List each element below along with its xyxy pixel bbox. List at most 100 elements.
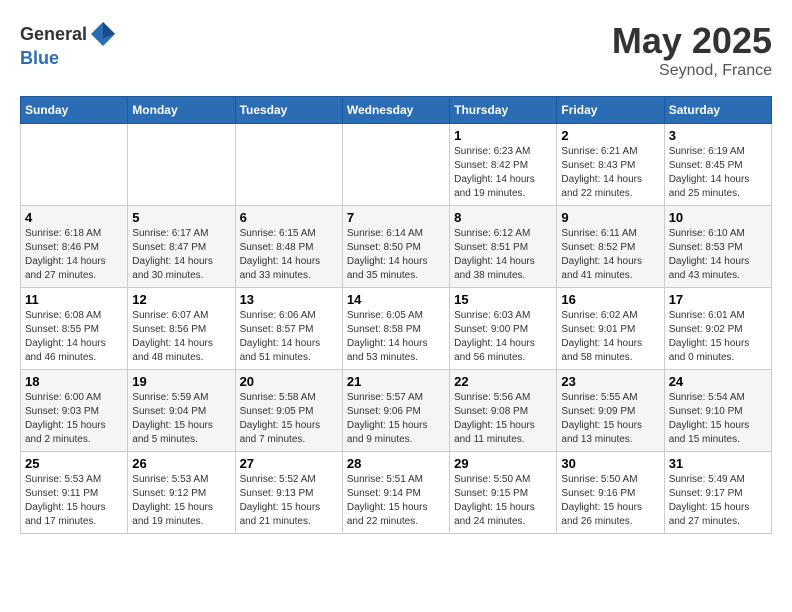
day-number: 25 [25,456,123,471]
logo-general: General [20,24,87,45]
day-number: 4 [25,210,123,225]
calendar-cell: 2 Sunrise: 6:21 AM Sunset: 8:43 PM Daylig… [557,124,664,206]
calendar-week-3: 11Sunrise: 6:08 AM Sunset: 8:55 PM Dayli… [21,288,772,370]
month-year: May 2025 [612,20,772,62]
day-number: 16 [561,292,659,307]
day-number: 2 [561,128,659,143]
calendar-table: SundayMondayTuesdayWednesdayThursdayFrid… [20,96,772,534]
day-number: 10 [669,210,767,225]
day-number: 17 [669,292,767,307]
calendar-cell: 7Sunrise: 6:14 AM Sunset: 8:50 PM Daylig… [342,206,449,288]
day-number: 3 [669,128,767,143]
day-number: 1 [454,128,552,143]
day-number: 21 [347,374,445,389]
day-number: 24 [669,374,767,389]
calendar-header: SundayMondayTuesdayWednesdayThursdayFrid… [21,97,772,124]
day-number: 29 [454,456,552,471]
day-info: Sunrise: 5:53 AM Sunset: 9:11 PM Dayligh… [25,473,123,529]
day-info: Sunrise: 5:59 AM Sunset: 9:04 PM Dayligh… [132,391,230,447]
calendar-cell: 22 Sunrise: 5:56 AM Sunset: 9:08 PM Dayli… [450,370,557,452]
calendar-body: 1Sunrise: 6:23 AM Sunset: 8:42 PM Daylig… [21,124,772,534]
day-info: Sunrise: 6:17 AM Sunset: 8:47 PM Dayligh… [132,227,230,283]
calendar-cell: 6 Sunrise: 6:15 AM Sunset: 8:48 PM Daylig… [235,206,342,288]
calendar-cell: 24 Sunrise: 5:54 AM Sunset: 9:10 PM Dayli… [664,370,771,452]
day-info: Sunrise: 5:54 AM Sunset: 9:10 PM Dayligh… [669,391,767,447]
day-info: Sunrise: 5:50 AM Sunset: 9:15 PM Dayligh… [454,473,552,529]
day-info: Sunrise: 6:05 AM Sunset: 8:58 PM Dayligh… [347,309,445,365]
day-info: Sunrise: 6:19 AM Sunset: 8:45 PM Dayligh… [669,145,767,201]
header-cell-thursday: Thursday [450,97,557,124]
day-info: Sunrise: 6:07 AM Sunset: 8:56 PM Dayligh… [132,309,230,365]
calendar-week-2: 4 Sunrise: 6:18 AM Sunset: 8:46 PM Daylig… [21,206,772,288]
day-info: Sunrise: 6:15 AM Sunset: 8:48 PM Dayligh… [240,227,338,283]
calendar-cell: 12 Sunrise: 6:07 AM Sunset: 8:56 PM Dayli… [128,288,235,370]
day-number: 14 [347,292,445,307]
day-number: 6 [240,210,338,225]
calendar-cell: 20 Sunrise: 5:58 AM Sunset: 9:05 PM Dayli… [235,370,342,452]
calendar-cell: 25 Sunrise: 5:53 AM Sunset: 9:11 PM Dayli… [21,452,128,534]
calendar-cell: 21 Sunrise: 5:57 AM Sunset: 9:06 PM Dayli… [342,370,449,452]
location: Seynod, France [612,62,772,80]
day-info: Sunrise: 5:56 AM Sunset: 9:08 PM Dayligh… [454,391,552,447]
day-info: Sunrise: 5:53 AM Sunset: 9:12 PM Dayligh… [132,473,230,529]
day-number: 22 [454,374,552,389]
day-info: Sunrise: 5:55 AM Sunset: 9:09 PM Dayligh… [561,391,659,447]
day-number: 26 [132,456,230,471]
calendar-cell: 13Sunrise: 6:06 AM Sunset: 8:57 PM Dayli… [235,288,342,370]
calendar-cell: 3 Sunrise: 6:19 AM Sunset: 8:45 PM Daylig… [664,124,771,206]
calendar-cell: 10Sunrise: 6:10 AM Sunset: 8:53 PM Dayli… [664,206,771,288]
day-number: 5 [132,210,230,225]
calendar-cell: 14 Sunrise: 6:05 AM Sunset: 8:58 PM Dayli… [342,288,449,370]
day-info: Sunrise: 5:57 AM Sunset: 9:06 PM Dayligh… [347,391,445,447]
calendar-cell: 15 Sunrise: 6:03 AM Sunset: 9:00 PM Dayli… [450,288,557,370]
day-info: Sunrise: 5:49 AM Sunset: 9:17 PM Dayligh… [669,473,767,529]
day-info: Sunrise: 6:08 AM Sunset: 8:55 PM Dayligh… [25,309,123,365]
day-number: 31 [669,456,767,471]
header-cell-saturday: Saturday [664,97,771,124]
day-info: Sunrise: 5:50 AM Sunset: 9:16 PM Dayligh… [561,473,659,529]
header-row: SundayMondayTuesdayWednesdayThursdayFrid… [21,97,772,124]
day-number: 13 [240,292,338,307]
calendar-cell [128,124,235,206]
day-info: Sunrise: 6:18 AM Sunset: 8:46 PM Dayligh… [25,227,123,283]
day-info: Sunrise: 6:12 AM Sunset: 8:51 PM Dayligh… [454,227,552,283]
calendar-cell: 17 Sunrise: 6:01 AM Sunset: 9:02 PM Dayli… [664,288,771,370]
calendar-cell [342,124,449,206]
calendar-week-5: 25 Sunrise: 5:53 AM Sunset: 9:11 PM Dayli… [21,452,772,534]
calendar-cell: 27 Sunrise: 5:52 AM Sunset: 9:13 PM Dayli… [235,452,342,534]
header-cell-tuesday: Tuesday [235,97,342,124]
calendar-cell: 4 Sunrise: 6:18 AM Sunset: 8:46 PM Daylig… [21,206,128,288]
calendar-cell: 23 Sunrise: 5:55 AM Sunset: 9:09 PM Dayli… [557,370,664,452]
calendar-cell: 30Sunrise: 5:50 AM Sunset: 9:16 PM Dayli… [557,452,664,534]
day-number: 18 [25,374,123,389]
day-info: Sunrise: 6:02 AM Sunset: 9:01 PM Dayligh… [561,309,659,365]
day-number: 9 [561,210,659,225]
day-info: Sunrise: 6:00 AM Sunset: 9:03 PM Dayligh… [25,391,123,447]
day-info: Sunrise: 5:52 AM Sunset: 9:13 PM Dayligh… [240,473,338,529]
day-info: Sunrise: 6:01 AM Sunset: 9:02 PM Dayligh… [669,309,767,365]
day-info: Sunrise: 5:58 AM Sunset: 9:05 PM Dayligh… [240,391,338,447]
calendar-cell [21,124,128,206]
day-number: 20 [240,374,338,389]
calendar-cell: 31 Sunrise: 5:49 AM Sunset: 9:17 PM Dayli… [664,452,771,534]
day-info: Sunrise: 6:03 AM Sunset: 9:00 PM Dayligh… [454,309,552,365]
day-info: Sunrise: 5:51 AM Sunset: 9:14 PM Dayligh… [347,473,445,529]
header-cell-wednesday: Wednesday [342,97,449,124]
day-number: 15 [454,292,552,307]
calendar-cell: 29 Sunrise: 5:50 AM Sunset: 9:15 PM Dayli… [450,452,557,534]
logo: General Blue [20,20,117,69]
calendar-week-4: 18 Sunrise: 6:00 AM Sunset: 9:03 PM Dayli… [21,370,772,452]
calendar-cell: 9Sunrise: 6:11 AM Sunset: 8:52 PM Daylig… [557,206,664,288]
calendar-cell: 11Sunrise: 6:08 AM Sunset: 8:55 PM Dayli… [21,288,128,370]
day-number: 23 [561,374,659,389]
day-number: 27 [240,456,338,471]
calendar-cell: 8Sunrise: 6:12 AM Sunset: 8:51 PM Daylig… [450,206,557,288]
logo-icon [89,20,117,48]
day-info: Sunrise: 6:21 AM Sunset: 8:43 PM Dayligh… [561,145,659,201]
day-number: 12 [132,292,230,307]
calendar-cell: 19Sunrise: 5:59 AM Sunset: 9:04 PM Dayli… [128,370,235,452]
day-info: Sunrise: 6:14 AM Sunset: 8:50 PM Dayligh… [347,227,445,283]
page-header: General Blue May 2025 Seynod, France [20,20,772,80]
header-cell-friday: Friday [557,97,664,124]
calendar-cell [235,124,342,206]
